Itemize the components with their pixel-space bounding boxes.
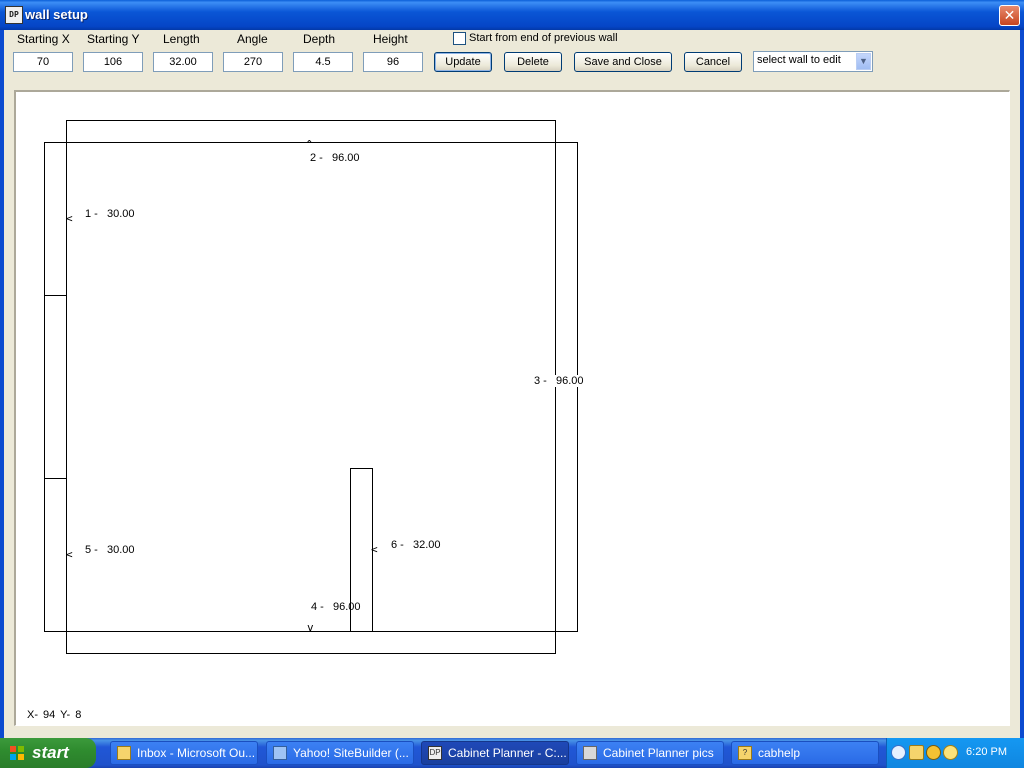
- angle-field[interactable]: 270: [223, 52, 283, 72]
- wall-select-dropdown[interactable]: select wall to edit ▼: [753, 51, 873, 72]
- taskbar-item-cabinet-planner-pics[interactable]: Cabinet Planner pics: [576, 741, 724, 765]
- wall-label-4: 4 - 96.00: [311, 601, 361, 613]
- wall-2-caret-icon: ^: [306, 138, 313, 151]
- taskbar-item-label: Cabinet Planner - C:...: [448, 746, 567, 760]
- taskbar-item-cabhelp[interactable]: ? cabhelp: [731, 741, 879, 765]
- start-from-end-label[interactable]: Start from end of previous wall: [469, 32, 618, 44]
- wall-select-value: select wall to edit: [757, 54, 841, 66]
- wall-label-2: 2 - 96.00: [310, 152, 360, 164]
- chevron-down-icon[interactable]: ▼: [856, 53, 871, 70]
- depth-label: Depth: [303, 32, 336, 46]
- starting-y-field[interactable]: 106: [83, 52, 143, 72]
- cancel-button[interactable]: Cancel: [684, 52, 742, 72]
- taskbar-item-sitebuilder[interactable]: Yahoo! SiteBuilder (...: [266, 741, 414, 765]
- window-frame-left: [0, 30, 4, 738]
- windows-logo-icon: [10, 746, 24, 760]
- wall-5[interactable]: [44, 478, 67, 632]
- height-field[interactable]: 96: [363, 52, 423, 72]
- start-button[interactable]: start: [0, 738, 96, 768]
- starting-x-field[interactable]: 70: [13, 52, 73, 72]
- window-frame-right: [1020, 30, 1024, 738]
- taskbar-item-label: Inbox - Microsoft Ou...: [137, 746, 256, 760]
- tray-collapse-icon[interactable]: [891, 745, 906, 760]
- outlook-icon: [117, 746, 131, 760]
- app-icon: DP: [428, 746, 442, 760]
- taskbar-item-cabinet-planner[interactable]: DP Cabinet Planner - C:...: [421, 741, 569, 765]
- taskbar-item-label: cabhelp: [758, 746, 801, 760]
- depth-field[interactable]: 4.5: [293, 52, 353, 72]
- wall-1-arrow-icon: <: [66, 212, 73, 225]
- window-title: wall setup: [25, 7, 88, 22]
- delete-button[interactable]: Delete: [504, 52, 562, 72]
- sitebuilder-icon: [273, 746, 287, 760]
- app-icon: DP: [5, 6, 23, 24]
- room-outline-inner: [66, 120, 556, 654]
- wall-6-arrow-icon: <: [371, 543, 378, 556]
- update-button[interactable]: Update: [434, 52, 492, 72]
- tray-sun-icon[interactable]: [943, 745, 958, 760]
- length-field[interactable]: 32.00: [153, 52, 213, 72]
- starting-y-label: Starting Y: [87, 32, 140, 46]
- wall-label-3: 3 - 96.00: [534, 375, 584, 387]
- taskbar-item-label: Yahoo! SiteBuilder (...: [293, 746, 409, 760]
- wall-4-caret-icon: v: [307, 621, 314, 634]
- start-label: start: [32, 743, 69, 762]
- folder-icon: [583, 746, 597, 760]
- wall-label-6: 6 - 32.00: [391, 539, 441, 551]
- taskbar-item-label: Cabinet Planner pics: [603, 746, 714, 760]
- close-button[interactable]: ✕: [999, 5, 1020, 26]
- cursor-coordinates: X- 94 Y- 8: [27, 709, 82, 721]
- tray-globe-icon[interactable]: [926, 745, 941, 760]
- system-tray: 6:20 PM: [886, 738, 1024, 768]
- taskbar-clock: 6:20 PM: [966, 746, 1007, 758]
- wall-label-5: 5 - 30.00: [85, 544, 135, 556]
- wall-label-1: 1 - 30.00: [85, 208, 135, 220]
- starting-x-label: Starting X: [17, 32, 70, 46]
- taskbar: start Inbox - Microsoft Ou... Yahoo! Sit…: [0, 738, 1024, 768]
- title-bar[interactable]: DP wall setup ✕: [0, 0, 1024, 30]
- angle-label: Angle: [237, 32, 268, 46]
- help-icon: ?: [738, 746, 752, 760]
- height-label: Height: [373, 32, 408, 46]
- wall-5-arrow-icon: <: [66, 548, 73, 561]
- length-label: Length: [163, 32, 200, 46]
- taskbar-item-inbox[interactable]: Inbox - Microsoft Ou...: [110, 741, 258, 765]
- start-from-end-checkbox[interactable]: [453, 32, 466, 45]
- tray-outlook-icon[interactable]: [909, 745, 924, 760]
- save-and-close-button[interactable]: Save and Close: [574, 52, 672, 72]
